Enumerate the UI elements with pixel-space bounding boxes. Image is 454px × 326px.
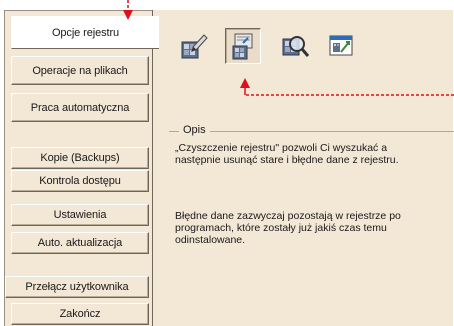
sidebar-item-label: Zakończ [59,308,101,320]
sidebar-item-label: Przełącz użytkownika [25,281,129,293]
sidebar-item-label: Praca automatyczna [30,101,130,114]
registry-search-icon [282,36,310,57]
sidebar-item-label: Ustawienia [53,209,107,221]
registry-clean-button[interactable] [225,28,261,64]
description-paragraph-1: „Czyszczenie rejestru" pozwoli Ci wyszuk… [175,142,399,166]
registry-clean-icon [232,33,253,60]
sidebar-item-auto-update[interactable]: Auto. aktualizacja [11,232,149,254]
sidebar-item-registry-options[interactable]: Opcje rejestru [11,16,159,49]
sidebar-item-automatic-work[interactable]: Praca automatyczna [11,93,149,122]
sidebar-item-label: Auto. aktualizacja [37,237,123,249]
sidebar-item-file-operations[interactable]: Operacje na plikach [11,56,149,85]
sidebar-item-label: Operacje na plikach [32,64,128,77]
sidebar-item-backups[interactable]: Kopie (Backups) [11,147,149,169]
registry-optimize-icon [329,35,353,56]
registry-edit-icon [181,34,208,59]
sidebar-item-label: Kontrola dostępu [39,175,121,187]
sidebar-item-settings[interactable]: Ustawienia [11,204,149,226]
description-groupbox-line [169,131,454,133]
sidebar: Opcje rejestru Operacje na plikach Praca… [4,10,159,326]
registry-optimize-button[interactable] [323,28,359,64]
sidebar-item-switch-user[interactable]: Przełącz użytkownika [5,276,149,298]
sidebar-item-access-control[interactable]: Kontrola dostępu [11,170,149,192]
description-paragraph-2: Błędne dane zazwyczaj pozostają w rejest… [175,210,401,246]
main-panel: Opis „Czyszczenie rejestru" pozwoli Ci w… [152,10,454,326]
app-window: Opis „Czyszczenie rejestru" pozwoli Ci w… [0,0,454,326]
sidebar-item-label: Kopie (Backups) [40,152,120,164]
sidebar-item-exit[interactable]: Zakończ [11,303,149,325]
registry-search-button[interactable] [277,28,313,64]
registry-edit-button[interactable] [176,28,212,64]
description-title: Opis [179,124,210,136]
sidebar-item-label: Opcje rejestru [51,26,120,39]
